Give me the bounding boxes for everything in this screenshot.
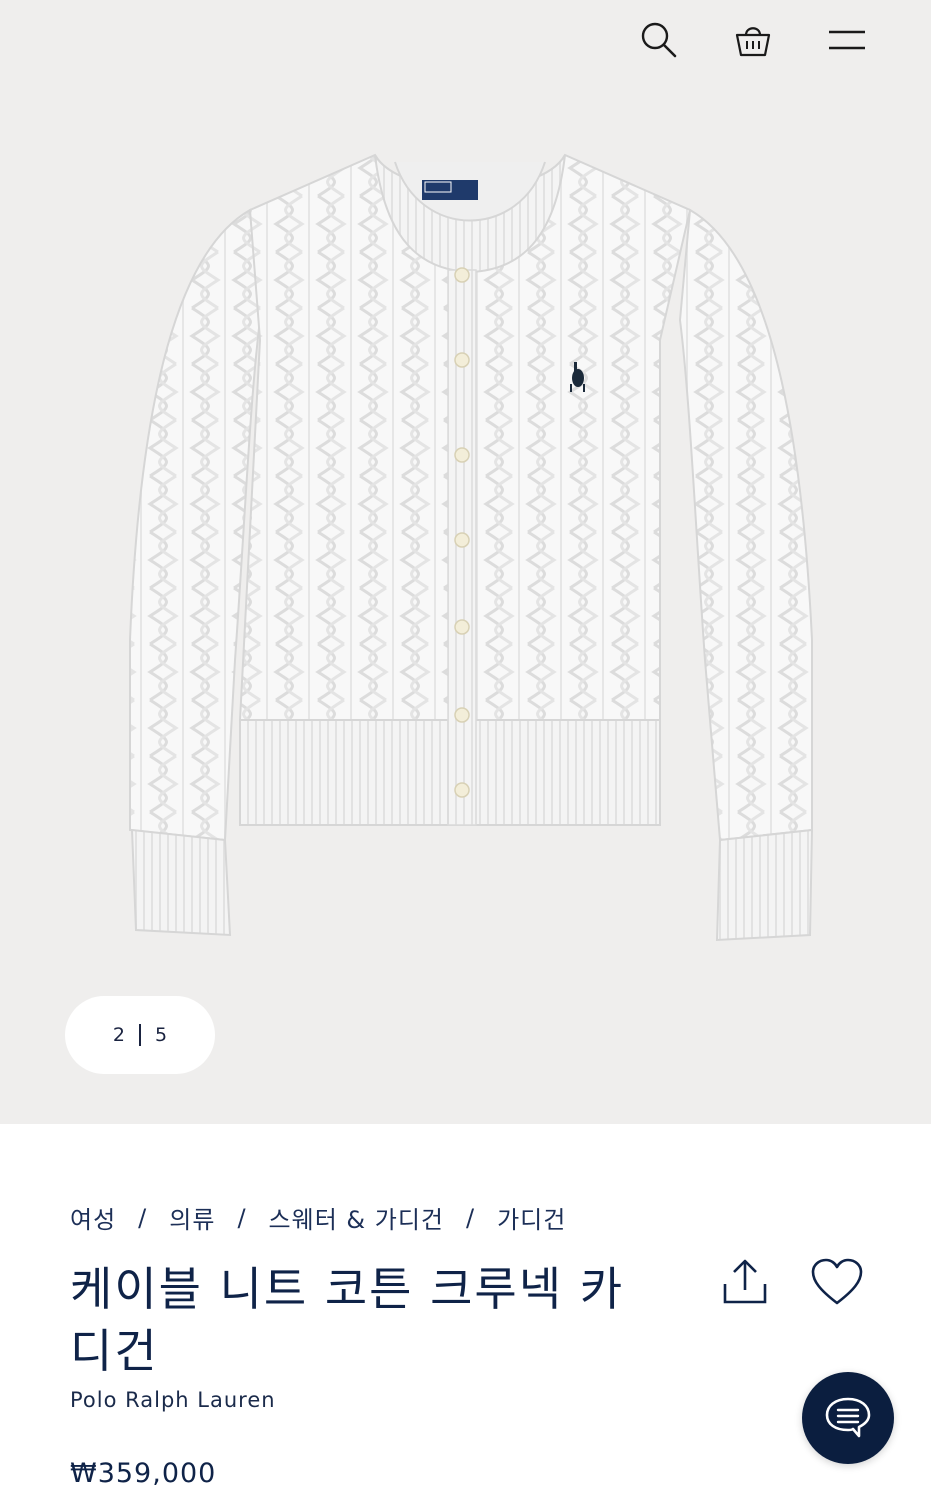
- menu-button[interactable]: [825, 18, 869, 62]
- chat-icon: [825, 1397, 871, 1438]
- product-title: 케이블 니트 코튼 크루넥 카디건: [70, 1262, 625, 1378]
- search-button[interactable]: [637, 18, 681, 62]
- pager-separator: [139, 1024, 141, 1046]
- image-pager: 2 5: [65, 996, 215, 1074]
- breadcrumb-item-sweaters-cardigans[interactable]: 스웨터 & 가디건: [269, 1200, 444, 1235]
- breadcrumb-item-women[interactable]: 여성: [70, 1200, 116, 1235]
- breadcrumb-item-clothing[interactable]: 의류: [169, 1200, 215, 1235]
- menu-icon: [829, 30, 865, 50]
- product-brand[interactable]: Polo Ralph Lauren: [70, 1388, 276, 1412]
- share-button[interactable]: [720, 1258, 770, 1308]
- pager-total: 5: [155, 1024, 168, 1046]
- product-gallery[interactable]: 2 5: [0, 0, 931, 1124]
- wishlist-button[interactable]: [810, 1258, 864, 1308]
- top-bar: [637, 18, 869, 62]
- breadcrumb: 여성 / 의류 / 스웨터 & 가디건 / 가디건: [70, 1200, 566, 1235]
- shopping-bag-icon: [735, 27, 771, 57]
- chat-button[interactable]: [802, 1372, 894, 1464]
- heart-icon: [811, 1258, 863, 1305]
- pager-current: 2: [112, 1024, 125, 1046]
- shopping-bag-button[interactable]: [731, 18, 775, 62]
- breadcrumb-separator: /: [465, 1203, 476, 1232]
- breadcrumb-separator: /: [138, 1203, 148, 1232]
- search-icon: [641, 22, 677, 58]
- breadcrumb-item-cardigans[interactable]: 가디건: [497, 1200, 566, 1235]
- product-price: ₩359,000: [70, 1458, 217, 1489]
- product-image-cardigan[interactable]: [100, 140, 840, 970]
- share-icon: [723, 1259, 767, 1304]
- breadcrumb-separator: /: [237, 1203, 247, 1232]
